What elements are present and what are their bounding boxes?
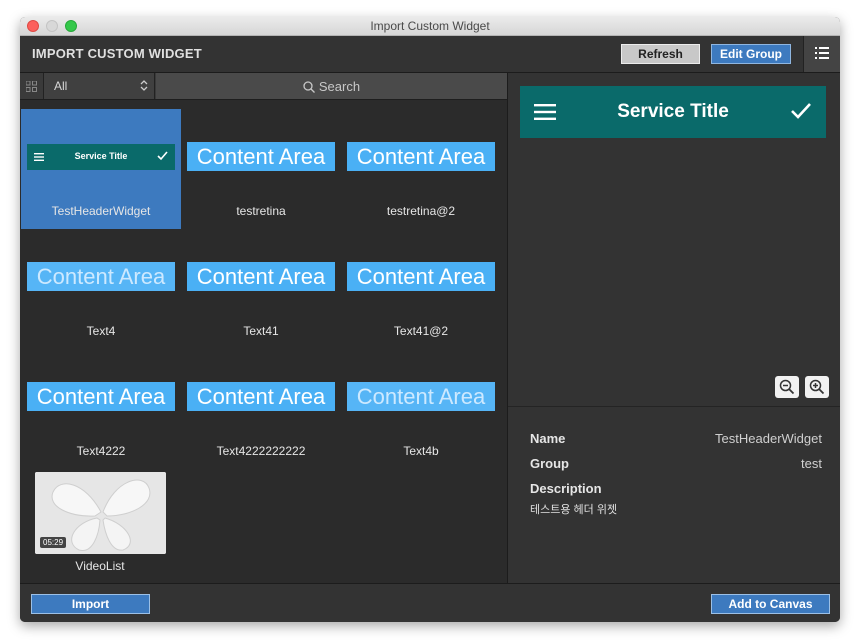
preview-title: Service Title [617,101,729,122]
preview-panel: Service Title Name TestHeaderWidget Grou… [508,73,840,583]
group-filter-value: All [54,79,68,93]
detail-name-label: Name [530,431,566,446]
widget-tile-testretina[interactable]: Content Area testretina [181,109,341,229]
detail-group-label: Group [530,456,569,471]
widget-tile-text4b[interactable]: Content Area Text4b [341,349,501,469]
widget-tile-testretina2[interactable]: Content Area testretina@2 [341,109,501,229]
widget-label: TestHeaderWidget [51,204,151,218]
chevron-updown-icon [140,80,148,91]
import-widget-window: Import Custom Widget IMPORT CUSTOM WIDGE… [20,17,840,622]
content-thumbnail: Content Area [27,382,175,411]
widget-list-panel: All Search Service Title TestHeaderWidge… [20,73,508,583]
widget-tile-text4222222222[interactable]: Content Area Text4222222222 [181,349,341,469]
filter-bar: All Search [20,73,507,100]
widget-label: Text4b [403,444,439,458]
widget-label: Text41@2 [393,324,449,338]
search-icon [303,81,315,93]
check-icon [791,103,811,119]
zoom-in-icon [809,379,825,395]
dialog-header: IMPORT CUSTOM WIDGET Refresh Edit Group [20,36,840,73]
detail-description-value: 테스트용 헤더 위젯 [530,504,618,516]
list-menu-button[interactable] [803,36,840,72]
check-icon [157,151,168,161]
content-thumbnail: Content Area [27,262,175,291]
widget-tile-testheaderwidget[interactable]: Service Title TestHeaderWidget [21,109,181,229]
dialog-title: IMPORT CUSTOM WIDGET [32,46,202,61]
widget-tile-text4[interactable]: Content Area Text4 [21,229,181,349]
grid-view-icon[interactable] [26,81,37,92]
search-placeholder: Search [318,79,361,94]
list-icon [815,47,829,59]
widget-tile-text4222[interactable]: Content Area Text4222 [21,349,181,469]
content-thumbnail: Content Area [187,142,335,171]
search-input[interactable]: Search [156,73,507,99]
dialog-footer: Import Add to Canvas [20,583,840,622]
panel-divider [508,406,840,407]
content-thumbnail: Content Area [347,262,495,291]
detail-group-value: test [801,456,822,471]
zoom-out-button[interactable] [775,376,799,398]
widget-label: Text4222 [76,444,126,458]
zoom-out-icon [779,379,795,395]
group-filter-select[interactable]: All [43,73,155,99]
edit-group-button[interactable]: Edit Group [711,44,791,64]
detail-description-label: Description [530,481,602,496]
detail-name-value: TestHeaderWidget [715,431,822,446]
content-thumbnail: Content Area [187,382,335,411]
window-title: Import Custom Widget [370,19,490,33]
refresh-button[interactable]: Refresh [621,44,700,64]
widget-preview: Service Title [520,86,826,138]
widget-tile-videolist[interactable]: 05:29 VideoList [20,469,180,589]
widget-tile-text41[interactable]: Content Area Text41 [181,229,341,349]
widget-tile-text41-2[interactable]: Content Area Text41@2 [341,229,501,349]
video-duration: 05:29 [40,537,67,548]
header-thumbnail: Service Title [27,144,175,170]
widget-label: testretina [236,204,286,218]
content-thumbnail: Content Area [347,382,495,411]
window-titlebar: Import Custom Widget [20,17,840,36]
add-to-canvas-button[interactable]: Add to Canvas [711,594,830,614]
widget-label: Text4222222222 [216,444,306,458]
import-button[interactable]: Import [31,594,150,614]
widget-label: Text41 [243,324,279,338]
widget-label: Text4 [86,324,116,338]
video-thumbnail: 05:29 [35,472,166,554]
widget-label: testretina@2 [386,204,456,218]
widget-label: VideoList [75,559,125,573]
content-thumbnail: Content Area [347,142,495,171]
thumb-title: Service Title [74,151,128,161]
content-thumbnail: Content Area [187,262,335,291]
zoom-in-button[interactable] [805,376,829,398]
